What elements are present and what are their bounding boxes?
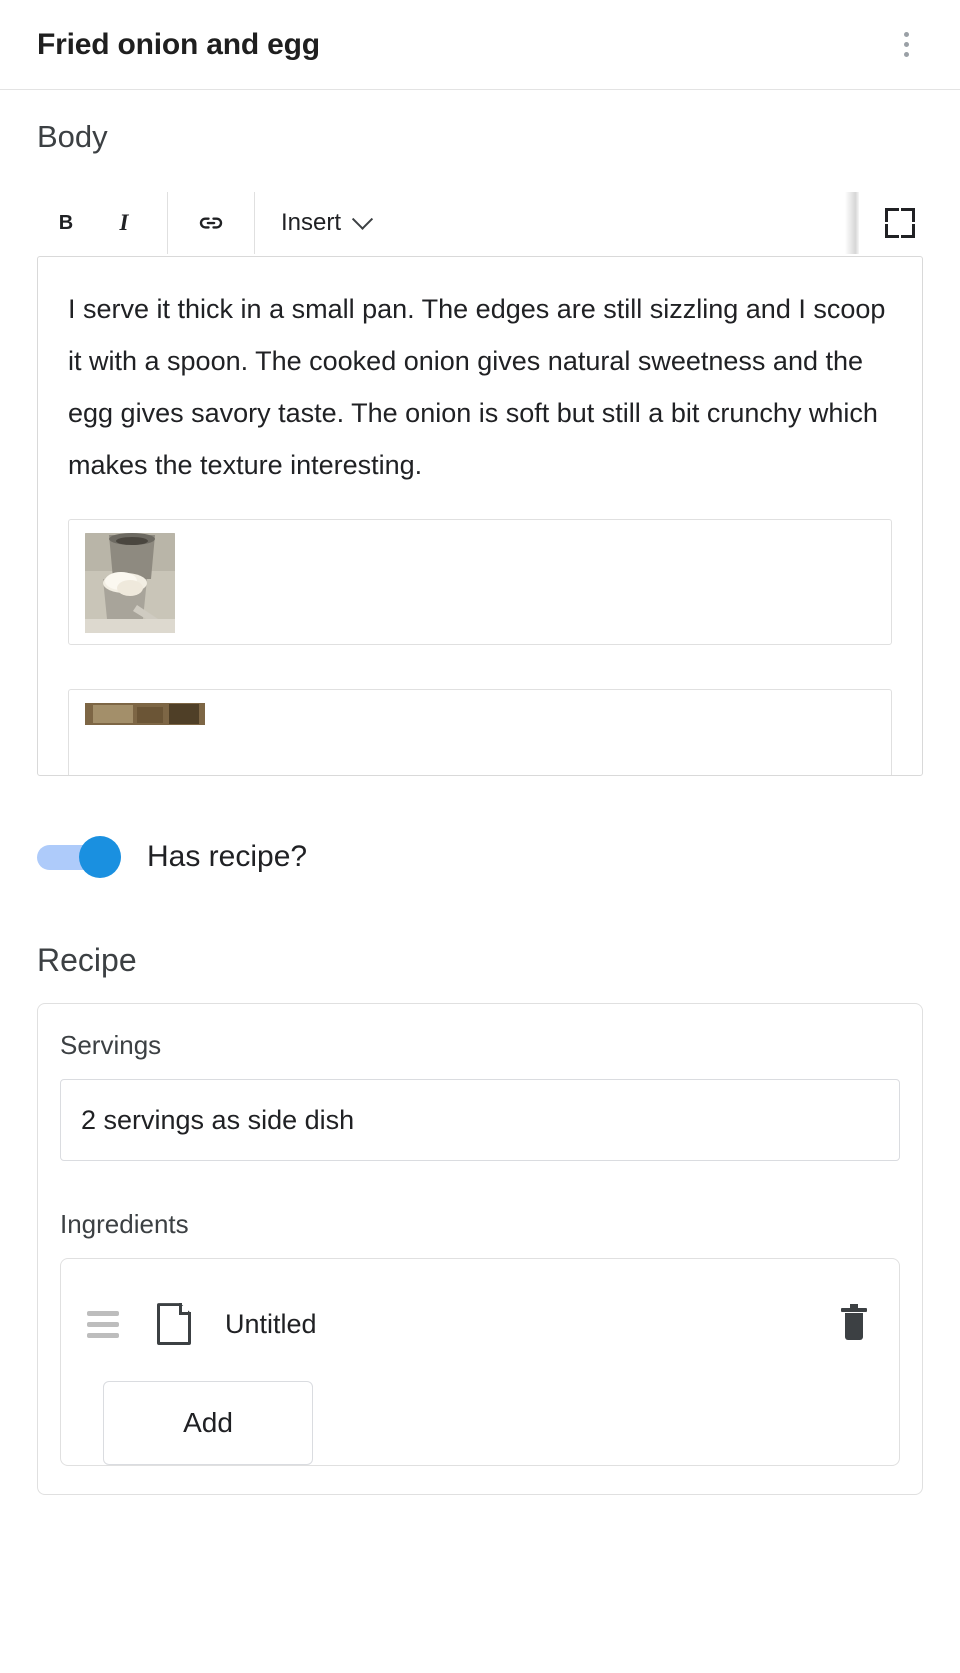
toolbar-divider [254,192,255,255]
editor-toolbar: B I Insert [37,192,923,255]
drag-handle-icon[interactable] [87,1310,119,1338]
link-icon[interactable] [182,192,240,254]
has-recipe-label: Has recipe? [147,840,308,874]
body-rich-text-editor[interactable]: I serve it thick in a small pan. The edg… [37,256,923,777]
kebab-menu-icon[interactable] [886,22,926,68]
document-icon [157,1303,191,1346]
trash-icon[interactable] [841,1304,867,1341]
bold-button[interactable]: B [37,192,95,254]
kebab-dot [903,42,909,47]
body-text: I serve it thick in a small pan. The edg… [68,294,886,481]
image-embed-1[interactable] [68,519,892,646]
has-recipe-toggle-row: Has recipe? [37,836,923,879]
body-label: Body [37,119,108,154]
insert-dropdown[interactable]: Insert [269,192,382,254]
chevron-down-icon [351,208,374,230]
toggle-knob [79,836,121,879]
table-row[interactable]: Untitled [81,1277,879,1371]
page-title: Fried onion and egg [37,27,320,61]
app-header: Fried onion and egg [0,0,960,90]
ingredient-title: Untitled [225,1308,317,1339]
fullscreen-expand-icon[interactable] [885,208,915,239]
image-embed-2[interactable] [68,689,892,776]
servings-value: 2 servings as side dish [81,1104,355,1135]
servings-label: Servings [60,1030,162,1061]
has-recipe-toggle[interactable] [37,836,121,879]
servings-input[interactable]: 2 servings as side dish [60,1079,900,1162]
body-section: Body B I Insert I serve it thick in a sm… [0,119,960,1496]
recipe-panel: Servings 2 servings as side dish Ingredi… [37,1003,923,1496]
image-thumbnail [85,533,175,634]
insert-label: Insert [281,209,342,237]
italic-button[interactable]: I [95,192,153,254]
toolbar-right-group [845,192,923,255]
kebab-dot [903,32,909,37]
toolbar-overflow-fade [845,192,859,255]
ingredients-list: Untitled Add [60,1258,900,1467]
toolbar-divider [167,192,168,255]
image-thumbnail [85,703,205,726]
recipe-heading: Recipe [37,942,137,979]
ingredients-label: Ingredients [60,1209,189,1240]
kebab-dot [903,52,909,57]
add-ingredient-button[interactable]: Add [103,1381,313,1466]
